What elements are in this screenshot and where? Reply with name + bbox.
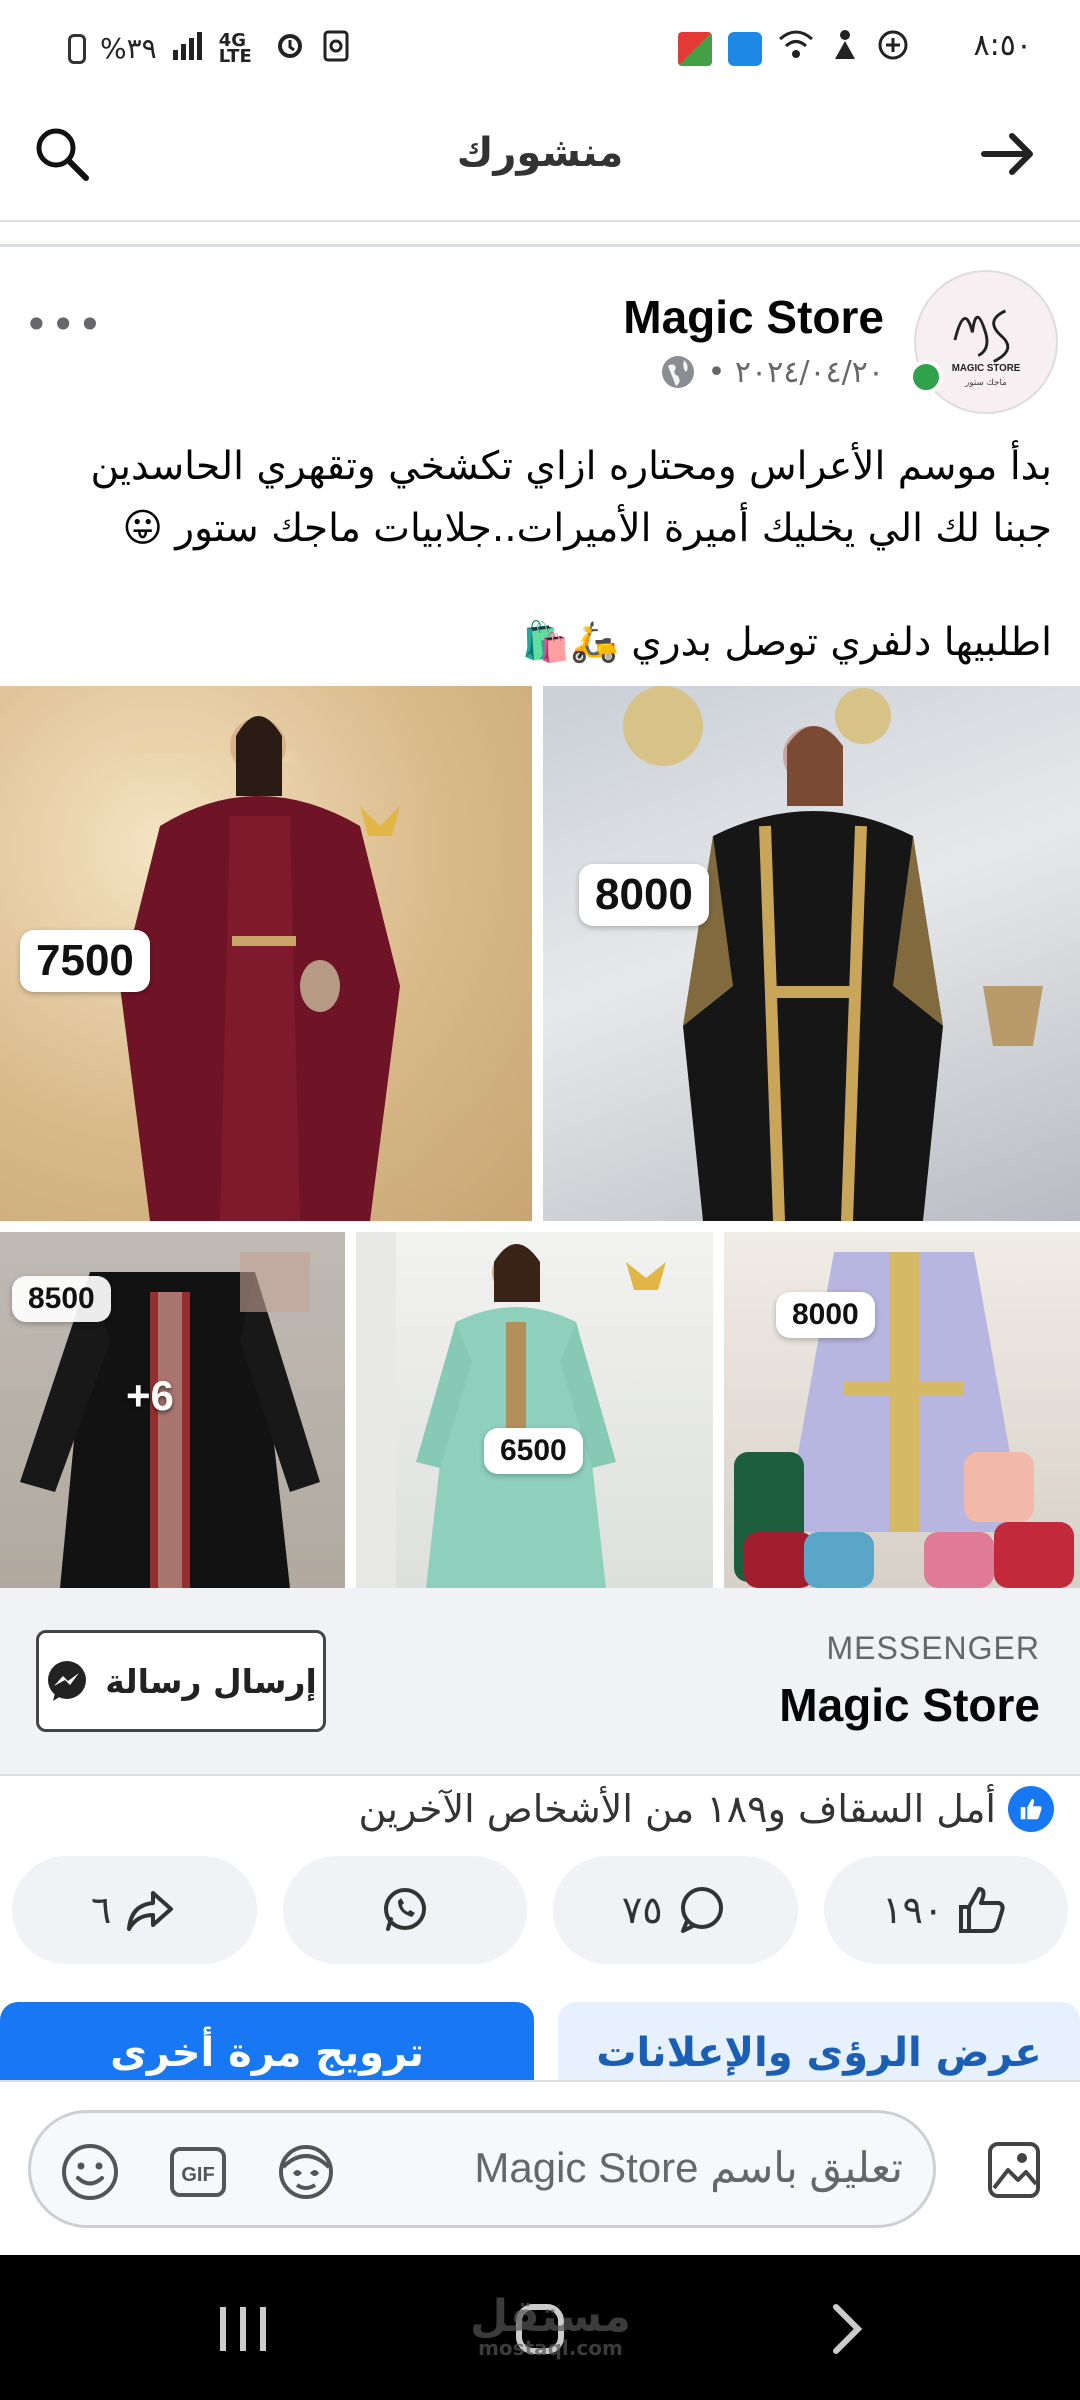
post-date[interactable]: ٢٠٢٤/٠٤/٢٠ • xyxy=(708,355,884,390)
globe-icon xyxy=(660,354,696,390)
photo-1[interactable]: 7500 xyxy=(0,686,532,1221)
comment-count: ٧٥ xyxy=(621,1888,663,1932)
status-left: %٣٩ 4G LTE xyxy=(68,28,351,69)
view-insights-button[interactable]: عرض الرؤى والإعلانات xyxy=(558,2002,1080,2080)
photo-3[interactable]: 8500 +6 xyxy=(0,1232,345,1588)
recent-apps-icon[interactable] xyxy=(208,2299,278,2359)
post-header: ••• Magic Store ٢٠٢٤/٠٤/٢٠ • MAGIC STORE… xyxy=(0,260,1080,420)
dress-image-4 xyxy=(356,1232,666,1588)
share-icon xyxy=(127,1891,174,1931)
post-caption: بدأ موسم الأعراس ومحتاره ازاي تكشخي وتقه… xyxy=(22,436,1052,674)
comment-input[interactable]: GIF تعليق باسم Magic Store xyxy=(28,2110,936,2228)
more-options-icon[interactable]: ••• xyxy=(24,300,104,349)
reactions-summary[interactable]: أمل السقاف و١٨٩ من الأشخاص الآخرين xyxy=(358,1786,1054,1832)
send-message-button[interactable]: إرسال رسالة xyxy=(36,1630,326,1732)
photo-2[interactable]: 8000 xyxy=(543,686,1080,1221)
share-button[interactable]: ٦ xyxy=(12,1856,257,1964)
photo-grid: 7500 8000 8500 +6 6500 8000 xyxy=(0,686,1080,1588)
messenger-cta: إرسال رسالة MESSENGER Magic Store xyxy=(0,1588,1080,1776)
system-navigation-bar: مستقل mostaql.com xyxy=(0,2255,1080,2400)
comment-icon xyxy=(680,1887,723,1933)
price-tag: 8000 xyxy=(776,1292,875,1338)
top-app-bar: منشورك xyxy=(0,96,1080,222)
like-icon xyxy=(959,1887,1005,1933)
emoji-icon[interactable] xyxy=(59,2141,121,2203)
svg-text:GIF: GIF xyxy=(181,2164,214,2186)
recycle-icon xyxy=(321,28,351,69)
avatar-sticker-icon[interactable] xyxy=(275,2141,337,2203)
battery-icon xyxy=(68,33,86,64)
back-nav-icon[interactable] xyxy=(810,2299,880,2359)
store-notification-icon xyxy=(728,31,762,66)
share-count: ٦ xyxy=(91,1888,112,1932)
post-meta: ٢٠٢٤/٠٤/٢٠ • xyxy=(660,354,884,390)
more-photos-count[interactable]: +6 xyxy=(126,1372,174,1420)
photo-4[interactable]: 6500 xyxy=(356,1232,713,1588)
promotion-buttons: ترويج مرة أخرى عرض الرؤى والإعلانات xyxy=(0,2002,1080,2080)
like-button[interactable]: ١٩٠ xyxy=(823,1856,1068,1964)
app-notification-icon xyxy=(678,31,712,66)
network-type: 4G LTE xyxy=(218,29,252,67)
online-status-dot xyxy=(909,360,943,394)
like-count: ١٩٠ xyxy=(882,1888,944,1932)
send-message-label: إرسال رسالة xyxy=(105,1661,317,1701)
accessibility-icon xyxy=(830,29,860,68)
whatsapp-status-icon xyxy=(876,28,910,69)
dress-image-2 xyxy=(623,686,1043,1221)
post-actions: ٦ ٧٥ ١٩٠ xyxy=(12,1856,1068,1964)
whatsapp-share-button[interactable] xyxy=(282,1856,527,1964)
whatsapp-icon xyxy=(383,1888,426,1931)
photo-5[interactable]: 8000 xyxy=(724,1232,1080,1588)
wifi-icon xyxy=(778,29,814,68)
price-tag: 8000 xyxy=(579,864,709,926)
back-arrow-icon[interactable] xyxy=(976,122,1040,186)
dress-image-5 xyxy=(734,1252,1074,1588)
alarm-icon xyxy=(273,28,307,69)
clock: ٨:٥٠ xyxy=(973,28,1032,63)
avatar-brand-subtext: ماجك ستور xyxy=(964,378,1007,388)
post-author-name[interactable]: Magic Store xyxy=(623,290,884,344)
messenger-icon xyxy=(45,1659,89,1703)
status-bar: %٣٩ 4G LTE ٨:٥٠ xyxy=(0,0,1080,96)
watermark-text: مستقل xyxy=(470,2291,631,2342)
photo-attach-icon[interactable] xyxy=(982,2138,1046,2202)
boost-again-button[interactable]: ترويج مرة أخرى xyxy=(0,2002,534,2080)
page-title: منشورك xyxy=(456,130,624,176)
reactions-text: أمل السقاف و١٨٩ من الأشخاص الآخرين xyxy=(358,1787,997,1831)
signal-icon xyxy=(171,30,205,67)
watermark-logo: مستقل mostaql.com xyxy=(470,2291,631,2360)
status-right-icons xyxy=(678,28,910,69)
gif-icon[interactable]: GIF xyxy=(167,2141,229,2203)
caption-line: اطلبيها دلفري توصل بدري 🛵🛍️ xyxy=(521,620,1052,665)
messenger-label: MESSENGER xyxy=(826,1630,1040,1666)
battery-percent: %٣٩ xyxy=(100,32,157,65)
price-tag: 7500 xyxy=(20,930,150,992)
messenger-page-name: Magic Store xyxy=(779,1679,1040,1731)
caption-line: جبنا لك الي يخليك أميرة الأميرات..جلابيا… xyxy=(122,506,1052,551)
watermark-domain: mostaql.com xyxy=(478,2336,623,2360)
comment-placeholder: تعليق باسم Magic Store xyxy=(474,2144,903,2191)
page-avatar[interactable]: MAGIC STORE ماجك ستور xyxy=(914,270,1058,414)
comment-composer: GIF تعليق باسم Magic Store xyxy=(0,2080,1080,2255)
comment-button[interactable]: ٧٥ xyxy=(553,1856,798,1964)
caption-line: بدأ موسم الأعراس ومحتاره ازاي تكشخي وتقه… xyxy=(90,444,1052,489)
price-tag: 8500 xyxy=(12,1276,111,1322)
avatar-brand-text: MAGIC STORE xyxy=(952,363,1021,374)
like-reaction-icon xyxy=(1008,1786,1054,1832)
price-tag: 6500 xyxy=(484,1428,583,1474)
section-divider xyxy=(0,244,1080,247)
